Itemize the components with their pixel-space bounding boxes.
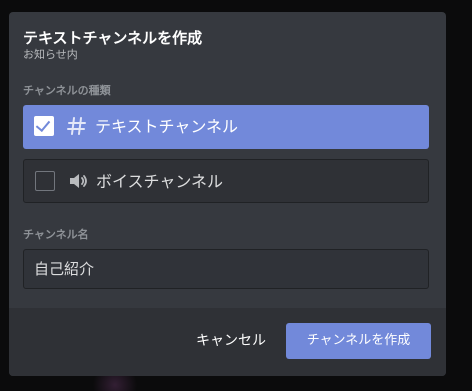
create-channel-button[interactable]: チャンネルを作成 <box>286 323 431 359</box>
create-channel-modal: テキストチャンネルを作成 お知らせ内 チャンネルの種類 テキストチャンネル ボイ… <box>9 12 446 376</box>
modal-footer: キャンセル チャンネルを作成 <box>9 308 446 376</box>
modal-title: テキストチャンネルを作成 <box>23 29 203 47</box>
hash-icon <box>67 117 86 135</box>
channel-name-input[interactable]: 自己紹介 <box>23 249 429 289</box>
checkbox-checked[interactable] <box>34 116 54 136</box>
channel-type-option-text[interactable]: テキストチャンネル <box>23 105 429 149</box>
checkbox-unchecked[interactable] <box>35 171 55 191</box>
channel-type-label: チャンネルの種類 <box>23 84 111 97</box>
modal-header: テキストチャンネルを作成 お知らせ内 <box>23 28 432 62</box>
channel-type-option-label: ボイスチャンネル <box>96 172 224 191</box>
channel-type-option-voice[interactable]: ボイスチャンネル <box>23 159 429 203</box>
modal-subtitle: お知らせ内 <box>23 48 78 61</box>
speaker-icon <box>70 174 87 188</box>
checkmark-icon <box>35 116 51 133</box>
channel-name-label: チャンネル名 <box>23 228 89 241</box>
cancel-button[interactable]: キャンセル <box>196 323 266 359</box>
channel-type-option-label: テキストチャンネル <box>95 117 239 136</box>
